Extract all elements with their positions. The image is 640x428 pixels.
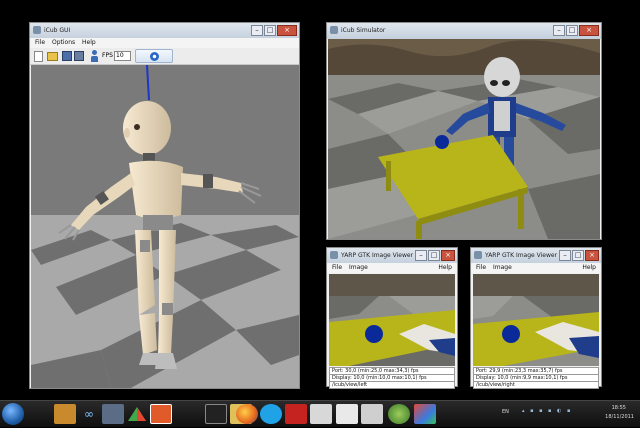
system-tray: EN ▴ ▪ ▪ ▪ ◐ ▪ 18:55 18/11/2011 bbox=[500, 401, 640, 427]
simulator-render bbox=[328, 39, 600, 239]
icub-simulator-window: iCub Simulator – □ × bbox=[326, 22, 602, 240]
new-file-icon[interactable] bbox=[34, 51, 43, 62]
image-viewer-left-window: YARP GTK Image Viewer – □ × File Image H… bbox=[326, 247, 458, 389]
menubar: File Options Help bbox=[30, 38, 299, 48]
port-path-status: /icub/view/right bbox=[473, 381, 599, 389]
open-folder-icon[interactable] bbox=[47, 52, 58, 61]
maximize-button[interactable]: □ bbox=[566, 25, 578, 36]
menu-help[interactable]: Help bbox=[582, 263, 596, 273]
minimize-button[interactable]: – bbox=[251, 25, 263, 36]
language-indicator[interactable]: EN bbox=[502, 409, 509, 415]
media-icon[interactable] bbox=[54, 404, 76, 424]
menu-file[interactable]: File bbox=[35, 38, 45, 48]
robot-3d-viewport[interactable] bbox=[31, 65, 299, 388]
fps-spinner[interactable]: 10 bbox=[114, 51, 131, 61]
cube-icon[interactable] bbox=[414, 404, 436, 424]
simulator-titlebar[interactable]: iCub Simulator – □ × bbox=[327, 23, 601, 39]
minimize-button[interactable]: – bbox=[559, 250, 571, 261]
save-all-icon[interactable] bbox=[74, 51, 84, 61]
menu-file[interactable]: File bbox=[332, 263, 342, 273]
viewer-left-titlebar[interactable]: YARP GTK Image Viewer – □ × bbox=[327, 248, 457, 264]
close-button[interactable]: × bbox=[585, 250, 599, 261]
close-button[interactable]: × bbox=[441, 250, 455, 261]
start-orb-icon[interactable] bbox=[2, 403, 24, 425]
minimize-button[interactable]: – bbox=[415, 250, 427, 261]
terminal-icon[interactable] bbox=[205, 404, 227, 424]
menu-file[interactable]: File bbox=[476, 263, 486, 273]
toolbar: FPS 10 bbox=[30, 48, 299, 65]
icub-gui-titlebar[interactable]: iCub GUI – □ × bbox=[30, 23, 299, 39]
menu-options[interactable]: Options bbox=[52, 38, 75, 48]
clock-date[interactable]: 18/11/2011 bbox=[605, 414, 634, 420]
people-icon[interactable] bbox=[336, 404, 358, 424]
globe-icon[interactable] bbox=[388, 404, 410, 424]
menu-image[interactable]: Image bbox=[493, 263, 512, 273]
skype-icon[interactable] bbox=[260, 404, 282, 424]
right-camera-image bbox=[473, 274, 599, 366]
maximize-button[interactable]: □ bbox=[428, 250, 440, 261]
connect-button[interactable] bbox=[135, 49, 173, 63]
network-icon[interactable] bbox=[102, 404, 124, 424]
maximize-button[interactable]: □ bbox=[264, 25, 276, 36]
window2-icon[interactable] bbox=[361, 404, 383, 424]
person-icon[interactable] bbox=[91, 50, 98, 62]
app-icon bbox=[33, 26, 41, 34]
right-camera-render bbox=[473, 274, 599, 366]
app-icon bbox=[330, 26, 338, 34]
taskbar: ∞ EN ▴ ▪ ▪ ▪ ◐ ▪ 18:55 18/11/2011 bbox=[0, 400, 640, 427]
window-title: iCub Simulator bbox=[341, 27, 386, 34]
menu-help[interactable]: Help bbox=[82, 38, 96, 48]
port-path-status: /icub/view/left bbox=[329, 381, 455, 389]
menubar: File Image Help bbox=[471, 263, 601, 273]
viewport-render bbox=[31, 65, 299, 388]
left-camera-render bbox=[329, 274, 455, 366]
left-camera-image bbox=[329, 274, 455, 366]
firefox-icon[interactable] bbox=[236, 404, 258, 424]
app-icon bbox=[474, 251, 482, 259]
app-icon bbox=[330, 251, 338, 259]
menu-help[interactable]: Help bbox=[438, 263, 452, 273]
icub-gui-window: iCub GUI – □ × File Options Help FPS 10 bbox=[29, 22, 300, 389]
clock-time[interactable]: 18:55 bbox=[612, 405, 626, 411]
menubar: File Image Help bbox=[327, 263, 457, 273]
image-viewer-right-window: YARP GTK Image Viewer – □ × File Image H… bbox=[470, 247, 602, 389]
window-title: iCub GUI bbox=[44, 27, 71, 34]
close-button[interactable]: × bbox=[579, 25, 599, 36]
fps-label: FPS bbox=[102, 52, 113, 59]
triangle-app-icon[interactable] bbox=[126, 404, 148, 424]
menu-image[interactable]: Image bbox=[349, 263, 368, 273]
close-button[interactable]: × bbox=[277, 25, 297, 36]
minimize-button[interactable]: – bbox=[553, 25, 565, 36]
tray-icons: ▴ ▪ ▪ ▪ ◐ ▪ bbox=[522, 408, 573, 414]
window-icon[interactable] bbox=[310, 404, 332, 424]
infinity-icon[interactable]: ∞ bbox=[78, 404, 100, 424]
simulator-3d-viewport[interactable] bbox=[328, 39, 600, 239]
window-title: YARP GTK Image Viewer bbox=[341, 252, 414, 259]
maximize-button[interactable]: □ bbox=[572, 250, 584, 261]
pdf-icon[interactable] bbox=[150, 404, 172, 424]
window-title: YARP GTK Image Viewer bbox=[485, 252, 558, 259]
connect-icon bbox=[150, 52, 159, 61]
blue-ball bbox=[435, 135, 449, 149]
acrobat-icon[interactable] bbox=[285, 404, 307, 424]
fps-value: 10 bbox=[116, 52, 124, 59]
viewer-right-titlebar[interactable]: YARP GTK Image Viewer – □ × bbox=[471, 248, 601, 264]
save-icon[interactable] bbox=[62, 51, 72, 61]
